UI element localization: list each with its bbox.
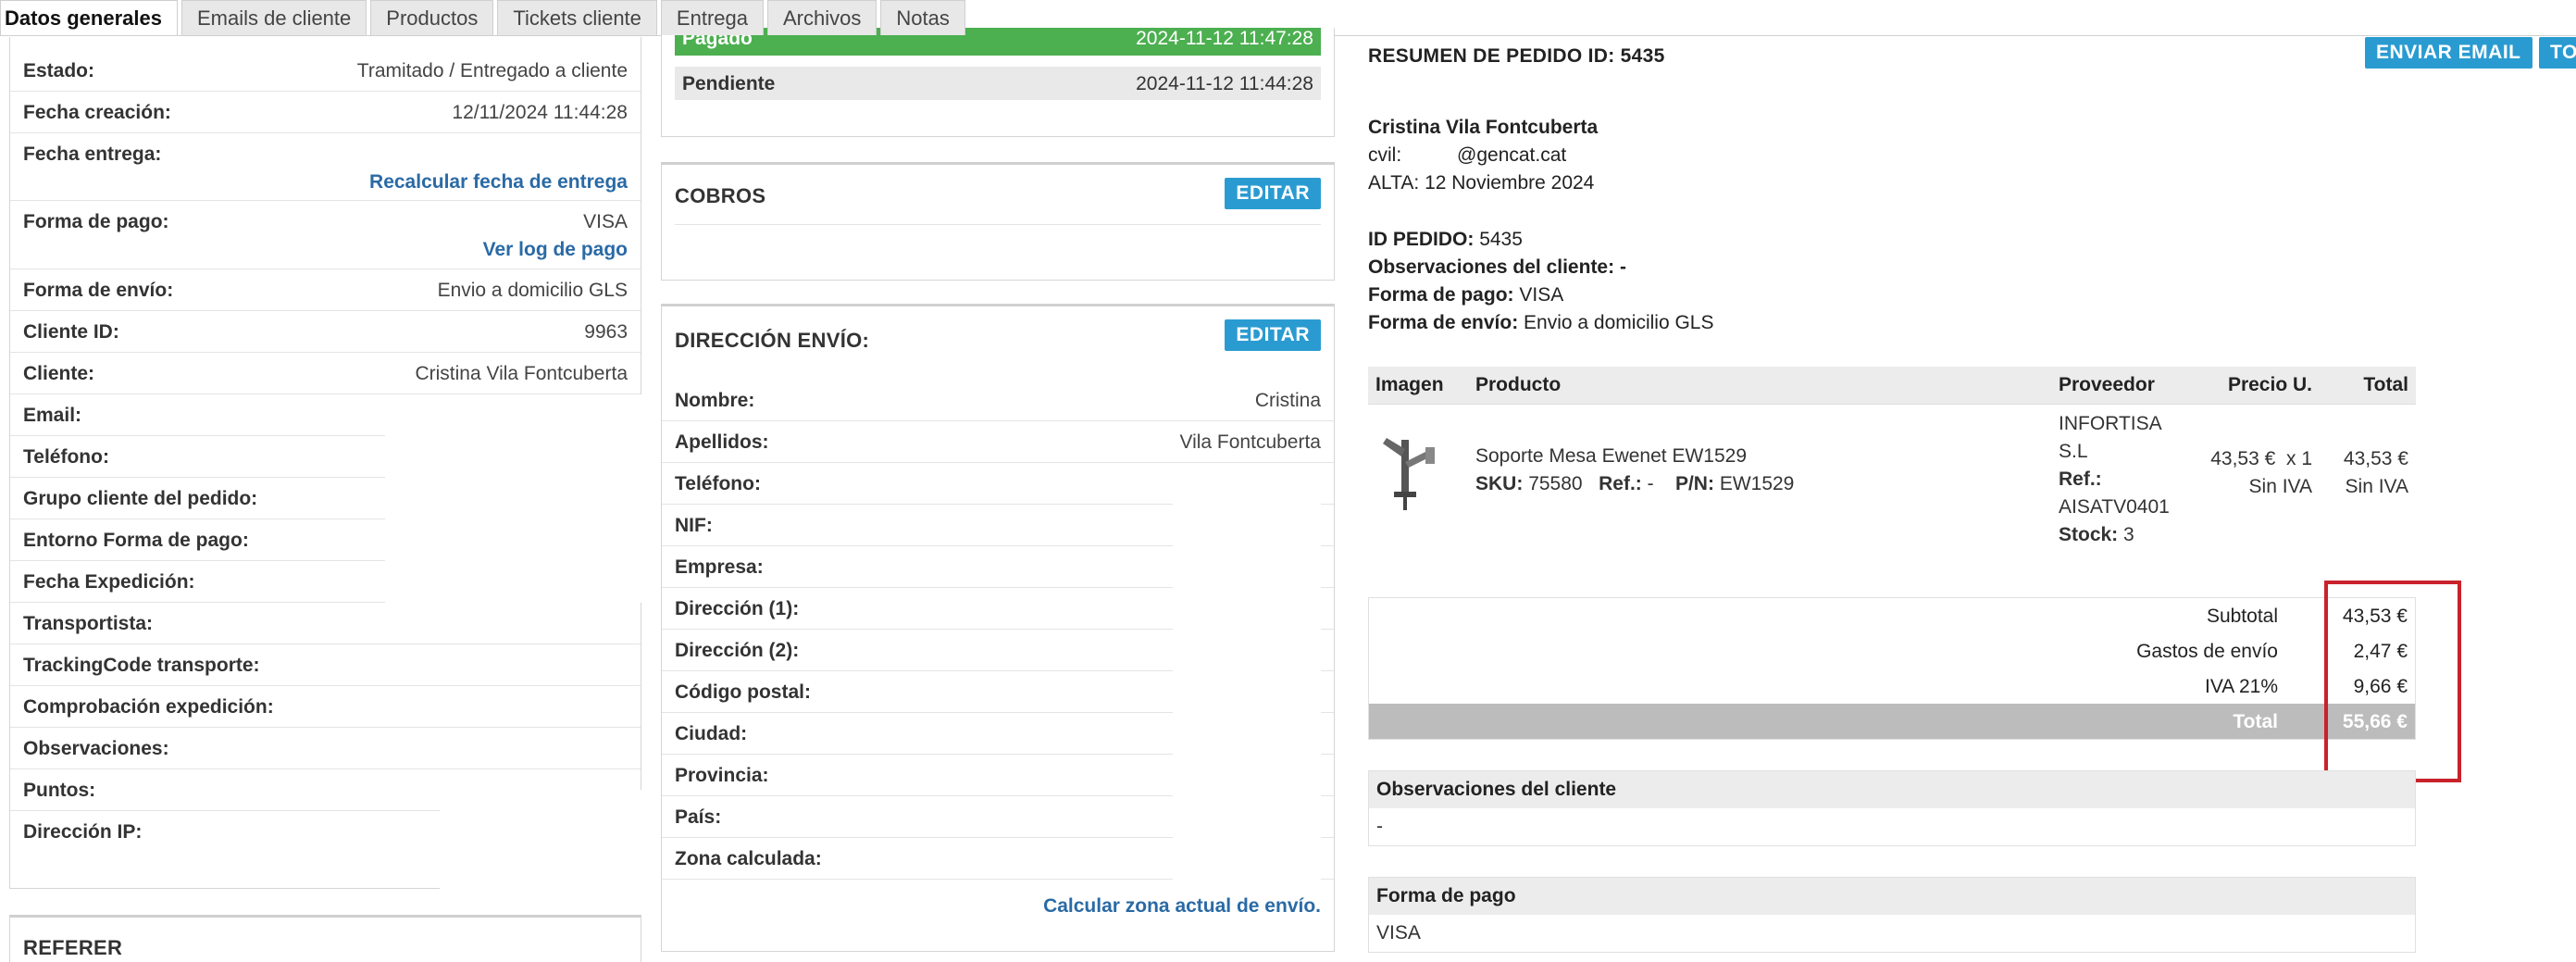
table-row: Soporte Mesa Ewenet EW1529 SKU: 75580 Re… bbox=[1368, 405, 2416, 556]
observations-line: Observaciones del cliente: - bbox=[1368, 256, 1626, 278]
col-precio: Precio U. bbox=[2190, 367, 2320, 405]
tab-entrega[interactable]: Entrega bbox=[660, 0, 764, 35]
subtotal-row: Subtotal 43,53 € bbox=[2206, 606, 2408, 627]
product-image bbox=[1368, 405, 1468, 556]
row-comprobacion: Comprobación expedición: bbox=[10, 686, 641, 728]
row-cliente: Cliente: Cristina Vila Fontcuberta bbox=[10, 353, 641, 394]
payment-method-value: VISA bbox=[1376, 922, 1421, 943]
customer-observations-title: Observaciones del cliente bbox=[1369, 771, 2415, 808]
tab-tickets-cliente[interactable]: Tickets cliente bbox=[497, 0, 657, 35]
edit-address-button[interactable]: EDITAR bbox=[1225, 319, 1321, 351]
totals-box: Subtotal 43,53 € Gastos de envío 2,47 € IV… bbox=[1368, 597, 2416, 740]
cobros-title: COBROS bbox=[675, 184, 766, 207]
highlight-box bbox=[2324, 581, 2461, 782]
order-id-line: ID PEDIDO: 5435 bbox=[1368, 229, 1523, 250]
unit-price-cell: 43,53 € x 1 Sin IVA bbox=[2210, 448, 2312, 497]
tab-datos-generales[interactable]: Datos generales bbox=[0, 0, 178, 35]
row-nombre: Nombre: Cristina bbox=[662, 380, 1334, 421]
tax-row: IVA 21% 9,66 € bbox=[2205, 676, 2408, 697]
product-name: Soporte Mesa Ewenet EW1529 bbox=[1475, 445, 1747, 467]
customer-name: Cristina Vila Fontcuberta bbox=[1368, 117, 1599, 138]
to-button[interactable]: TO bbox=[2539, 37, 2576, 69]
product-table: Imagen Producto Proveedor Precio U. Tota… bbox=[1368, 367, 2416, 555]
tab-notas[interactable]: Notas bbox=[880, 0, 965, 35]
supplier-cell: INFORTISA S.L Ref.: AISATV0401 Stock: 3 bbox=[2059, 413, 2170, 545]
row-fecha-entrega: Fecha entrega: Recalcular fecha de entre… bbox=[10, 133, 641, 201]
tab-emails-cliente[interactable]: Emails de cliente bbox=[180, 0, 367, 35]
payment-method-title: Forma de pago bbox=[1369, 878, 2415, 915]
col-total: Total bbox=[2320, 367, 2416, 405]
tab-archivos[interactable]: Archivos bbox=[766, 0, 877, 35]
shipping-cost-row: Gastos de envío 2,47 € bbox=[2136, 641, 2408, 662]
redaction-mask bbox=[1173, 463, 1321, 880]
status-pending-row: Pendiente 2024-11-12 11:44:28 bbox=[675, 67, 1321, 100]
row-apellidos: Apellidos: Vila Fontcuberta bbox=[662, 421, 1334, 463]
customer-observations-box: Observaciones del cliente - bbox=[1368, 770, 2416, 846]
summary-title: RESUMEN DE PEDIDO ID: 5435 bbox=[1368, 45, 1665, 67]
send-email-button[interactable]: ENVIAR EMAIL bbox=[2365, 37, 2532, 69]
row-forma-pago: Forma de pago: VISA Ver log de pago bbox=[10, 201, 641, 269]
redaction-mask bbox=[440, 790, 662, 892]
total-row: Total 55,66 € bbox=[1369, 704, 2415, 739]
redaction-mask bbox=[385, 394, 642, 603]
payment-status-panel: Pagado 2024-11-12 11:47:28 Pendiente 202… bbox=[661, 28, 1335, 137]
row-forma-envio: Forma de envío: Envio a domicilio GLS bbox=[10, 269, 641, 311]
cobros-panel: COBROS EDITAR bbox=[661, 162, 1335, 281]
customer-observations-value: - bbox=[1376, 816, 1383, 837]
product-codes: SKU: 75580 Ref.: - P/N: EW1529 bbox=[1475, 473, 1795, 494]
row-observaciones: Observaciones: bbox=[10, 728, 641, 769]
customer-email: cvil: @gencat.cat bbox=[1368, 144, 1567, 166]
col-producto: Producto bbox=[1468, 367, 2051, 405]
col-proveedor: Proveedor bbox=[2051, 367, 2190, 405]
row-cliente-id: Cliente ID: 9963 bbox=[10, 311, 641, 353]
referer-title: REFERER bbox=[23, 936, 123, 959]
edit-cobros-button[interactable]: EDITAR bbox=[1225, 178, 1321, 209]
recalc-delivery-link[interactable]: Recalcular fecha de entrega bbox=[369, 171, 628, 194]
payment-method-box: Forma de pago VISA bbox=[1368, 877, 2416, 953]
tab-bar: Datos generales Emails de cliente Produc… bbox=[0, 0, 969, 35]
payment-method-line: Forma de pago: VISA bbox=[1368, 284, 1564, 306]
shipping-address-panel: DIRECCIÓN ENVÍO: EDITAR Nombre: Cristina … bbox=[661, 304, 1335, 952]
divider bbox=[675, 224, 1321, 225]
row-estado: Estado: Tramitado / Entregado a cliente bbox=[10, 50, 641, 92]
customer-alta: ALTA: 12 Noviembre 2024 bbox=[1368, 172, 1595, 194]
monitor-arm-icon bbox=[1383, 438, 1435, 510]
general-data-panel: Estado: Tramitado / Entregado a cliente F… bbox=[9, 37, 662, 892]
total-cell: 43,53 € Sin IVA bbox=[2343, 448, 2408, 497]
col-imagen: Imagen bbox=[1368, 367, 1468, 405]
calc-zone-link[interactable]: Calcular zona actual de envío. bbox=[1043, 895, 1321, 918]
tab-productos[interactable]: Productos bbox=[370, 0, 494, 35]
shipping-title: DIRECCIÓN ENVÍO: bbox=[675, 329, 870, 352]
shipping-method-line: Forma de envío: Envio a domicilio GLS bbox=[1368, 312, 1714, 333]
referer-panel: REFERER bbox=[9, 915, 641, 962]
row-fecha-creacion: Fecha creación: 12/11/2024 11:44:28 bbox=[10, 92, 641, 133]
payment-log-link[interactable]: Ver log de pago bbox=[483, 239, 628, 261]
row-tracking: TrackingCode transporte: bbox=[10, 644, 641, 686]
table-header: Imagen Producto Proveedor Precio U. Tota… bbox=[1368, 367, 2416, 405]
product-cell: Soporte Mesa Ewenet EW1529 SKU: 75580 Re… bbox=[1468, 405, 2051, 556]
row-transportista: Transportista: bbox=[10, 603, 641, 644]
